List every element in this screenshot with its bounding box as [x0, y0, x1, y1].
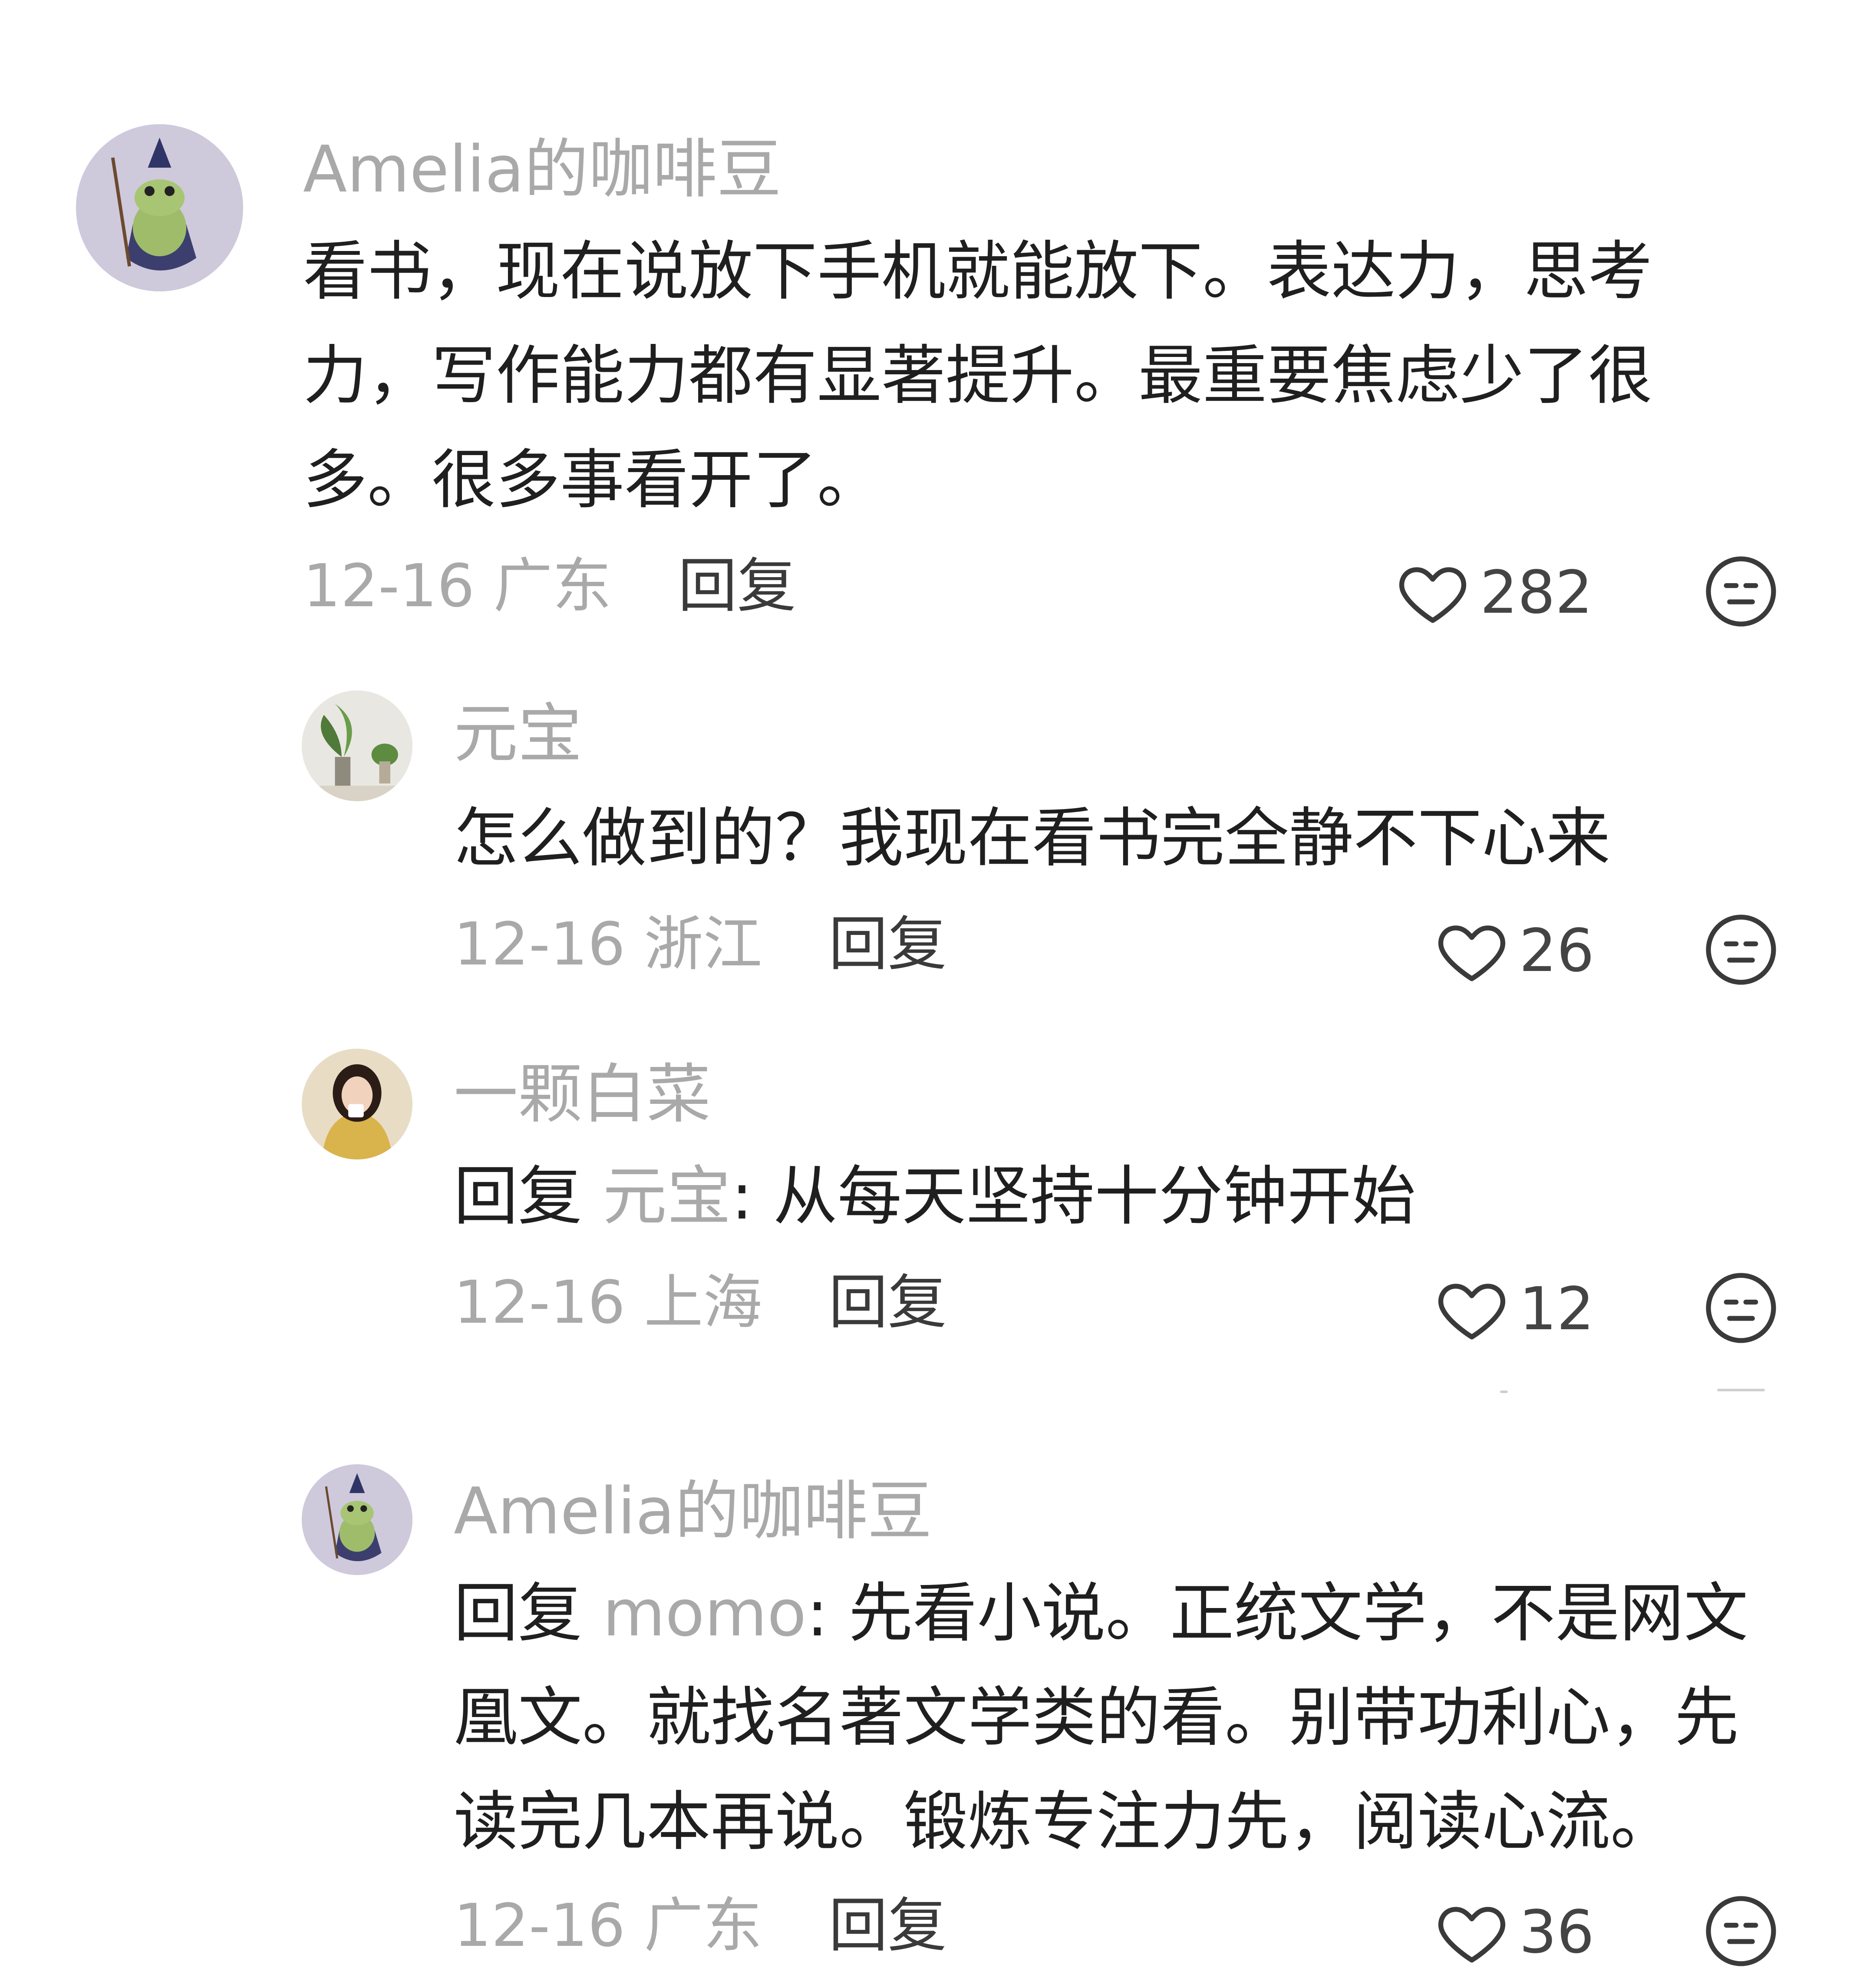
avatar[interactable] [302, 1049, 412, 1159]
meh-face-icon [1706, 556, 1776, 627]
like-button[interactable]: 12 [1435, 1272, 1594, 1346]
like-count: 12 [1519, 1275, 1595, 1344]
heart-icon [1438, 925, 1506, 981]
plant-decor-avatar-icon [302, 690, 412, 801]
dislike-button[interactable] [1702, 1269, 1780, 1347]
frog-wizard-avatar-icon [302, 1464, 412, 1575]
comment-meta: 12-16 广东 回复 [303, 551, 796, 621]
comment-text-line: 回复 元宝: 从每天坚持十分钟开始 [454, 1144, 1416, 1248]
divider [1717, 1389, 1765, 1391]
comment-text-line: 多。很多事看开了。 [303, 443, 881, 517]
username[interactable]: Amelia的咖啡豆 [303, 135, 781, 204]
reply-button[interactable]: 回复 [829, 910, 947, 979]
like-button[interactable]: 282 [1396, 556, 1593, 630]
woman-drinking-avatar-icon [302, 1049, 412, 1159]
comment-text: 怎么做到的？我现在看书完全静不下心来 [454, 786, 1610, 890]
frog-wizard-avatar-icon [76, 124, 243, 291]
comment-date: 12-16 [454, 1892, 626, 1960]
comment-text: 回复 元宝: 从每天坚持十分钟开始 [454, 1144, 1416, 1248]
comment-location: 浙江 [644, 910, 762, 979]
comment-text-content: : 从每天坚持十分钟开始 [731, 1159, 1416, 1234]
like-button[interactable]: 36 [1435, 1896, 1594, 1969]
reply-button[interactable]: 回复 [829, 1268, 947, 1337]
avatar[interactable] [302, 690, 412, 801]
heart-icon [1438, 1284, 1506, 1340]
username[interactable]: 元宝 [454, 699, 582, 769]
divider [1500, 1390, 1508, 1393]
comment-meta: 12-16 浙江 回复 [454, 910, 947, 979]
comment-meta: 12-16 广东 回复 [454, 1891, 947, 1961]
comment-text-line: 怎么做到的？我现在看书完全静不下心来 [454, 801, 1610, 875]
heart-icon [1399, 567, 1467, 623]
comment-location: 广东 [644, 1892, 762, 1960]
comment-location: 上海 [644, 1268, 762, 1337]
meh-face-icon [1706, 1273, 1776, 1343]
dislike-button[interactable] [1702, 911, 1780, 989]
comment-text-content: : 先看小说。正统文学，不是网文 [806, 1576, 1748, 1651]
reply-to-user[interactable]: momo [603, 1576, 806, 1651]
reply-prefix: 回复 [454, 1159, 582, 1234]
username[interactable]: Amelia的咖啡豆 [454, 1476, 932, 1546]
comment-text-line: 凰文。就找名著文学类的看。别带功利心，先 [454, 1680, 1739, 1755]
comment-location: 广东 [493, 552, 612, 621]
comment-text-line: 回复 momo: 先看小说。正统文学，不是网文 [454, 1561, 1748, 1665]
reply-to-user[interactable]: 元宝 [603, 1159, 731, 1234]
comment-date: 12-16 [454, 1268, 626, 1337]
meh-face-icon [1706, 915, 1776, 985]
comment-meta: 12-16 上海 回复 [454, 1268, 947, 1337]
comment-date: 12-16 [454, 910, 626, 979]
like-count: 26 [1519, 917, 1595, 985]
dislike-button[interactable] [1702, 1892, 1780, 1970]
comment-date: 12-16 [303, 552, 475, 621]
reply-prefix: 回复 [454, 1576, 582, 1651]
comment-text-line: 读完几本再说。锻炼专注力先，阅读心流。 [454, 1784, 1675, 1859]
comment-text-line: 看书，现在说放下手机就能放下。表达力，思考 [303, 234, 1652, 309]
heart-icon [1438, 1907, 1506, 1963]
like-count: 36 [1519, 1898, 1595, 1967]
comment-text-line: 力，写作能力都有显著提升。最重要焦虑少了很 [303, 338, 1652, 413]
comment-text: 回复 momo: 先看小说。正统文学，不是网文 凰文。就找名著文学类的看。别带功… [454, 1561, 1748, 1874]
dislike-button[interactable] [1702, 552, 1780, 631]
like-button[interactable]: 26 [1435, 914, 1594, 988]
username[interactable]: 一颗白菜 [454, 1060, 711, 1129]
avatar[interactable] [302, 1464, 412, 1575]
reply-button[interactable]: 回复 [678, 552, 796, 621]
avatar[interactable] [76, 124, 243, 291]
meh-face-icon [1706, 1896, 1776, 1966]
like-count: 282 [1480, 558, 1593, 627]
comment-text: 看书，现在说放下手机就能放下。表达力，思考 力，写作能力都有显著提升。最重要焦虑… [303, 219, 1652, 532]
reply-button[interactable]: 回复 [829, 1892, 947, 1960]
